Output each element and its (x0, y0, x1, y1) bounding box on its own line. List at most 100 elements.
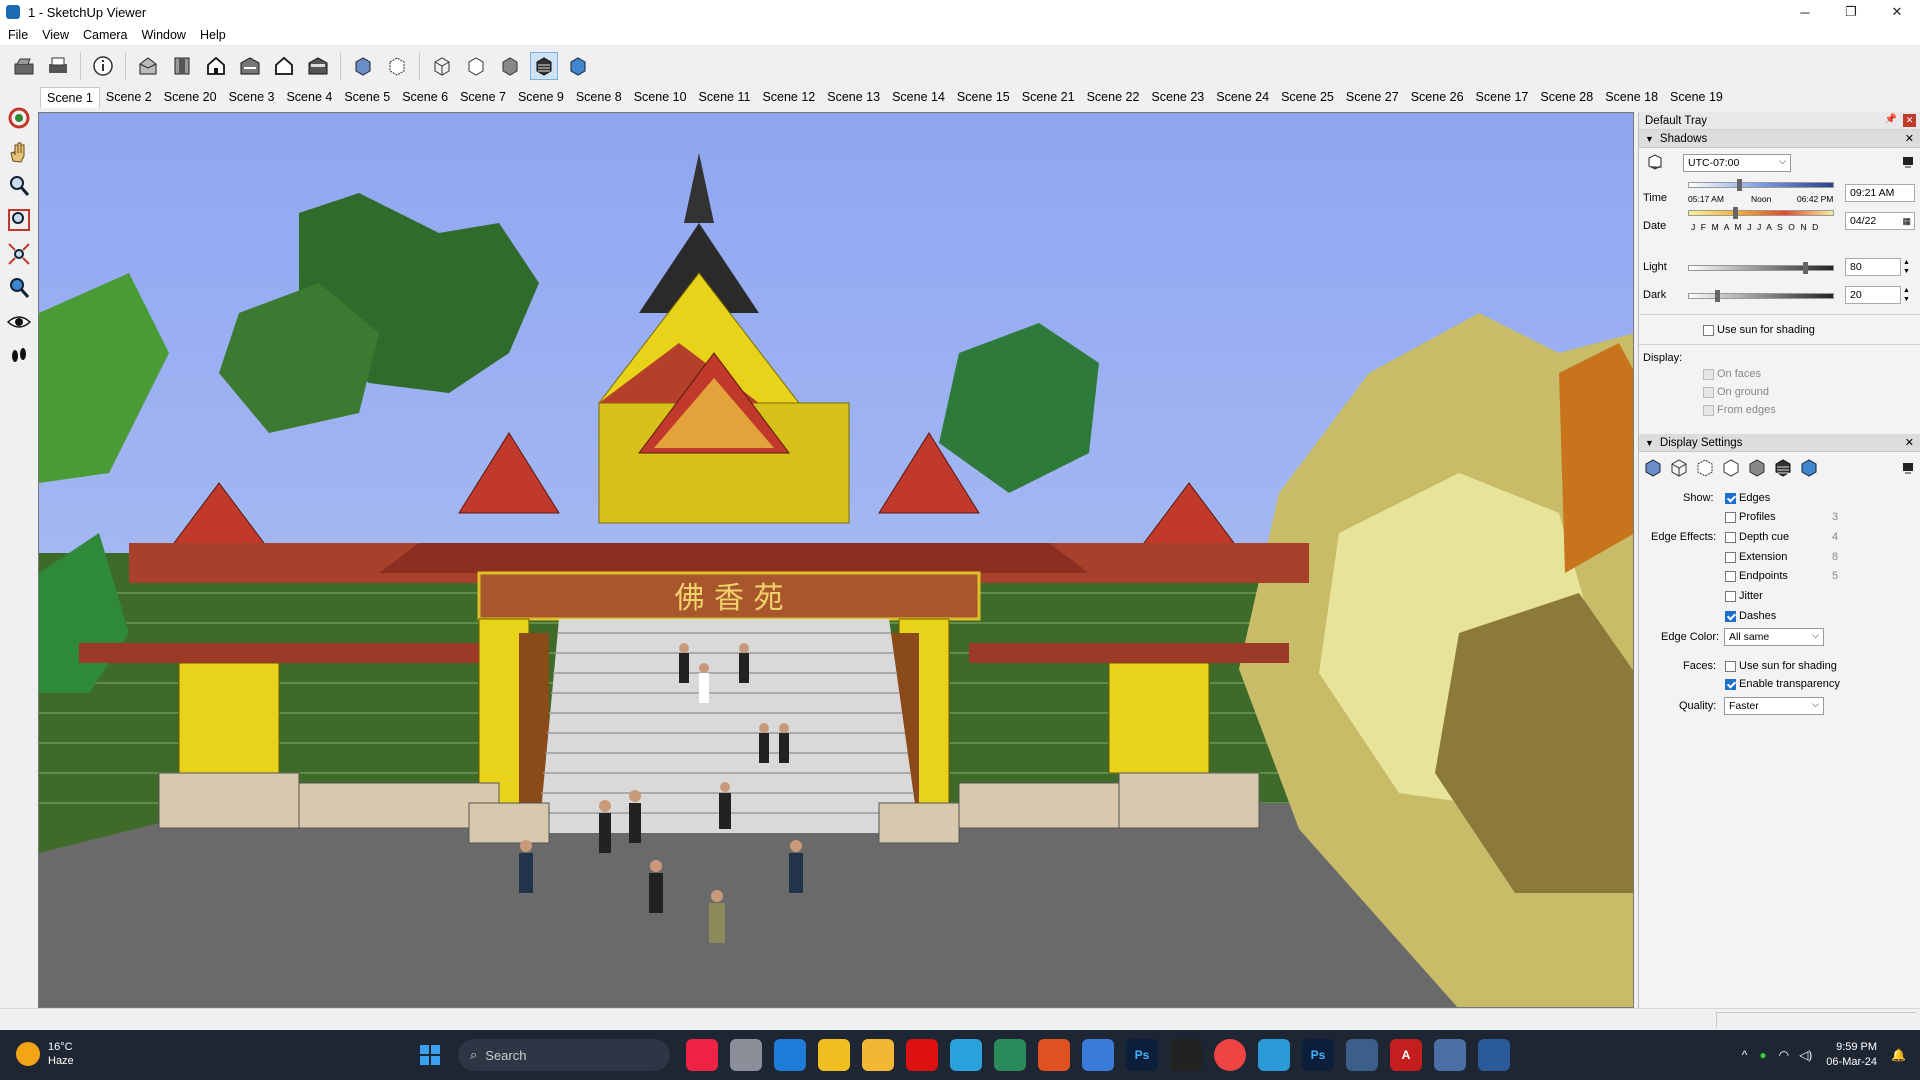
tools-icon[interactable] (1082, 1039, 1114, 1071)
menu-file[interactable]: File (8, 28, 28, 42)
dark-spinner[interactable]: ▲ ▼ (1903, 286, 1910, 304)
depth-cue-box[interactable] (1725, 531, 1736, 543)
extension-box[interactable] (1725, 551, 1736, 563)
scene-tab[interactable]: Scene 26 (1405, 87, 1470, 107)
dashes-box[interactable] (1725, 610, 1736, 622)
faces-use-sun-checkbox[interactable]: Use sun for shading (1725, 660, 1837, 672)
scene-tab[interactable]: Scene 4 (280, 87, 338, 107)
wifi-icon[interactable]: ◠ (1779, 1048, 1789, 1062)
chrome-icon[interactable] (1214, 1039, 1246, 1071)
scene-tab[interactable]: Scene 5 (338, 87, 396, 107)
dashes-checkbox[interactable]: Dashes (1725, 610, 1776, 622)
look-around-tool[interactable] (3, 306, 35, 338)
telegram-icon[interactable] (950, 1039, 982, 1071)
shadow-toggle-button[interactable] (1645, 154, 1665, 172)
timezone-dropdown[interactable]: UTC-07:00 ⌵ (1683, 154, 1791, 172)
light-spinner[interactable]: ▲ ▼ (1903, 258, 1910, 276)
weather-widget[interactable]: 16°C Haze (16, 1040, 74, 1068)
scene-tab[interactable]: Scene 25 (1275, 87, 1340, 107)
clock[interactable]: 9:59 PM 06-Mar-24 (1826, 1040, 1877, 1070)
print-button[interactable] (44, 52, 72, 80)
shaded-style-icon[interactable] (1747, 458, 1767, 478)
photoshop-2-icon[interactable]: Ps (1302, 1039, 1334, 1071)
walk-tool[interactable] (3, 340, 35, 372)
xray-style-icon[interactable] (1643, 458, 1663, 478)
calendar-icon[interactable]: ▦ (1902, 216, 1911, 227)
back-edges-button[interactable] (383, 52, 411, 80)
zoom-window-tool[interactable] (3, 204, 35, 236)
jitter-box[interactable] (1725, 590, 1736, 602)
panel-close-icon[interactable]: ✕ (1905, 132, 1914, 145)
menu-window[interactable]: Window (142, 28, 186, 42)
on-ground-checkbox[interactable]: On ground (1703, 386, 1769, 398)
scene-tab[interactable]: Scene 14 (886, 87, 951, 107)
transparency-checkbox[interactable]: Enable transparency (1725, 678, 1840, 690)
iso-view-button[interactable] (134, 52, 162, 80)
back-edges-style-icon[interactable] (1695, 458, 1715, 478)
shaded-textures-button[interactable] (530, 52, 558, 80)
open-button[interactable] (10, 52, 38, 80)
sketchup-taskbar-icon[interactable] (1478, 1039, 1510, 1071)
panel-close-icon[interactable]: ✕ (1905, 436, 1914, 449)
close-button[interactable]: ✕ (1874, 0, 1920, 24)
scene-tab[interactable]: Scene 23 (1145, 87, 1210, 107)
photo-viewer-icon[interactable] (1346, 1039, 1378, 1071)
tray-close-icon[interactable]: ✕ (1903, 114, 1916, 127)
task-view-icon[interactable] (730, 1039, 762, 1071)
notification-bell-icon[interactable]: 🔔 (1891, 1048, 1906, 1062)
details-toggle-icon[interactable] (1902, 462, 1914, 477)
g-app-icon[interactable] (1038, 1039, 1070, 1071)
scene-tab[interactable]: Scene 20 (158, 87, 223, 107)
scene-tab[interactable]: Scene 22 (1081, 87, 1146, 107)
scene-tab[interactable]: Scene 19 (1664, 87, 1729, 107)
shadows-panel-header[interactable]: ▼ Shadows ✕ (1639, 130, 1920, 148)
transparency-box[interactable] (1725, 678, 1736, 690)
right-view-button[interactable] (236, 52, 264, 80)
taskbar-search[interactable]: ⌕ Search (458, 1039, 670, 1071)
dark-slider-thumb[interactable] (1715, 290, 1721, 302)
depth-cue-checkbox[interactable]: Depth cue (1725, 531, 1789, 543)
wireframe-button[interactable] (428, 52, 456, 80)
scene-tab[interactable]: Scene 3 (223, 87, 281, 107)
on-faces-box[interactable] (1703, 368, 1714, 380)
date-slider-thumb[interactable] (1733, 207, 1738, 219)
endpoints-box[interactable] (1725, 570, 1736, 582)
quality-dropdown[interactable]: Faster ⌵ (1724, 697, 1824, 715)
on-faces-checkbox[interactable]: On faces (1703, 368, 1761, 380)
details-toggle-icon[interactable] (1902, 156, 1914, 171)
scene-tab[interactable]: Scene 8 (570, 87, 628, 107)
menu-help[interactable]: Help (200, 28, 226, 42)
previous-view-tool[interactable] (3, 272, 35, 304)
zoom-extents-tool[interactable] (3, 238, 35, 270)
jitter-checkbox[interactable]: Jitter (1725, 590, 1763, 602)
model-info-button[interactable] (89, 52, 117, 80)
model-viewport[interactable]: 佛 香 苑 (38, 112, 1634, 1008)
time-input[interactable]: 09:21 AM (1845, 184, 1915, 202)
faces-use-sun-box[interactable] (1725, 660, 1736, 672)
sticky-notes-icon[interactable] (818, 1039, 850, 1071)
scene-tab[interactable]: Scene 7 (454, 87, 512, 107)
light-slider-thumb[interactable] (1802, 262, 1808, 274)
zoom-tool[interactable] (3, 170, 35, 202)
monochrome-style-icon[interactable] (1799, 458, 1819, 478)
scene-tab[interactable]: Scene 21 (1016, 87, 1081, 107)
shaded-button[interactable] (496, 52, 524, 80)
menu-view[interactable]: View (42, 28, 69, 42)
from-edges-box[interactable] (1703, 404, 1714, 416)
back-view-button[interactable] (270, 52, 298, 80)
photoshop-icon[interactable]: Ps (1126, 1039, 1158, 1071)
calculator-icon[interactable] (774, 1039, 806, 1071)
edges-box[interactable] (1725, 492, 1736, 504)
scene-tab[interactable]: Scene 10 (628, 87, 693, 107)
scene-tab[interactable]: Scene 15 (951, 87, 1016, 107)
scene-tab[interactable]: Scene 27 (1340, 87, 1405, 107)
autocad-icon[interactable]: A (1390, 1039, 1422, 1071)
dark-slider[interactable] (1688, 290, 1834, 302)
profiles-checkbox[interactable]: Profiles (1725, 511, 1776, 523)
google-drive-icon[interactable] (1170, 1039, 1202, 1071)
map-app-icon[interactable] (994, 1039, 1026, 1071)
scene-tab[interactable]: Scene 18 (1599, 87, 1664, 107)
hidden-line-button[interactable] (462, 52, 490, 80)
volume-icon[interactable]: ◁) (1799, 1048, 1812, 1062)
scene-tab[interactable]: Scene 28 (1534, 87, 1599, 107)
